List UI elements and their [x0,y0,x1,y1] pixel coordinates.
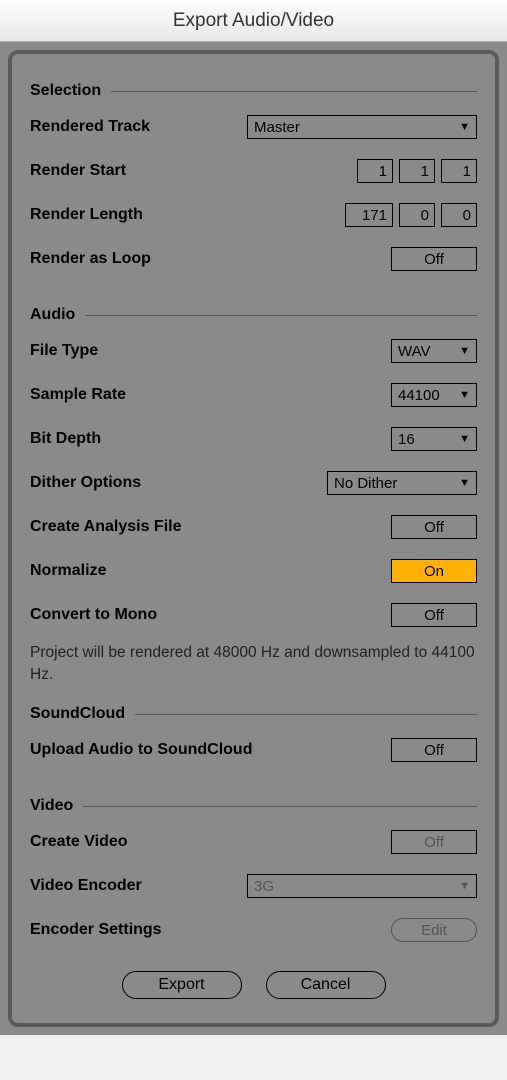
dropdown-rendered-track-value: Master [254,119,453,136]
divider [111,91,477,92]
row-render-length: Render Length 171 0 0 [30,202,477,228]
dropdown-bit-depth[interactable]: 16 ▼ [391,427,477,451]
row-rendered-track: Rendered Track Master ▼ [30,114,477,140]
chevron-down-icon: ▼ [459,880,470,892]
dropdown-rendered-track[interactable]: Master ▼ [247,115,477,139]
render-start-sixteenth[interactable]: 1 [441,159,477,183]
row-analysis-file: Create Analysis File Off [30,514,477,540]
toggle-mono[interactable]: Off [391,603,477,627]
row-bit-depth: Bit Depth 16 ▼ [30,426,477,452]
divider [85,315,477,316]
section-title-selection: Selection [30,82,101,100]
render-start-bar[interactable]: 1 [357,159,393,183]
chevron-down-icon: ▼ [459,389,470,401]
label-encoder-settings: Encoder Settings [30,921,162,939]
render-length-sixteenth[interactable]: 0 [441,203,477,227]
section-title-video: Video [30,797,73,815]
label-bit-depth: Bit Depth [30,430,101,448]
render-length-bar[interactable]: 171 [345,203,393,227]
chevron-down-icon: ▼ [459,433,470,445]
row-encoder-settings: Encoder Settings Edit [30,917,477,943]
label-dither: Dither Options [30,474,141,492]
render-start-beat[interactable]: 1 [399,159,435,183]
row-upload-soundcloud: Upload Audio to SoundCloud Off [30,737,477,763]
row-normalize: Normalize On [30,558,477,584]
label-render-length: Render Length [30,206,143,224]
render-length-beat[interactable]: 0 [399,203,435,227]
label-upload-soundcloud: Upload Audio to SoundCloud [30,741,252,759]
row-render-loop: Render as Loop Off [30,246,477,272]
row-dither: Dither Options No Dither ▼ [30,470,477,496]
chevron-down-icon: ▼ [459,345,470,357]
export-dialog: Export Audio/Video Selection Rendered Tr… [0,0,507,1035]
toggle-analysis-file[interactable]: Off [391,515,477,539]
audio-info-text: Project will be rendered at 48000 Hz and… [30,642,477,685]
label-normalize: Normalize [30,562,106,580]
panel-inner: Selection Rendered Track Master ▼ Render… [8,50,499,1027]
divider [135,714,477,715]
dialog-footer: Export Cancel [30,971,477,999]
dropdown-dither-value: No Dither [334,475,453,492]
panel-outer: Selection Rendered Track Master ▼ Render… [0,42,507,1035]
dropdown-file-type-value: WAV [398,343,453,360]
row-create-video: Create Video Off [30,829,477,855]
render-start-fields: 1 1 1 [357,159,477,183]
label-file-type: File Type [30,342,98,360]
dropdown-bit-depth-value: 16 [398,431,453,448]
label-render-start: Render Start [30,162,126,180]
export-button[interactable]: Export [122,971,242,999]
section-title-audio: Audio [30,306,75,324]
row-video-encoder: Video Encoder 3G ▼ [30,873,477,899]
dropdown-sample-rate-value: 44100 [398,387,453,404]
toggle-render-loop[interactable]: Off [391,247,477,271]
label-sample-rate: Sample Rate [30,386,126,404]
label-mono: Convert to Mono [30,606,157,624]
dropdown-sample-rate[interactable]: 44100 ▼ [391,383,477,407]
toggle-normalize[interactable]: On [391,559,477,583]
cancel-button[interactable]: Cancel [266,971,386,999]
row-render-start: Render Start 1 1 1 [30,158,477,184]
section-header-audio: Audio [30,306,477,324]
dropdown-dither[interactable]: No Dither ▼ [327,471,477,495]
dialog-titlebar: Export Audio/Video [0,0,507,42]
dialog-title: Export Audio/Video [173,10,334,32]
chevron-down-icon: ▼ [459,477,470,489]
toggle-upload-soundcloud[interactable]: Off [391,738,477,762]
section-header-soundcloud: SoundCloud [30,705,477,723]
row-mono: Convert to Mono Off [30,602,477,628]
chevron-down-icon: ▼ [459,121,470,133]
render-length-fields: 171 0 0 [345,203,477,227]
divider [83,806,477,807]
dropdown-video-encoder-value: 3G [254,878,453,895]
section-header-selection: Selection [30,82,477,100]
section-header-video: Video [30,797,477,815]
row-sample-rate: Sample Rate 44100 ▼ [30,382,477,408]
row-file-type: File Type WAV ▼ [30,338,477,364]
dropdown-video-encoder[interactable]: 3G ▼ [247,874,477,898]
toggle-create-video[interactable]: Off [391,830,477,854]
edit-encoder-button[interactable]: Edit [391,918,477,942]
label-render-loop: Render as Loop [30,250,151,268]
label-analysis-file: Create Analysis File [30,518,181,536]
label-rendered-track: Rendered Track [30,118,150,136]
label-video-encoder: Video Encoder [30,877,142,895]
section-title-soundcloud: SoundCloud [30,705,125,723]
dropdown-file-type[interactable]: WAV ▼ [391,339,477,363]
label-create-video: Create Video [30,833,128,851]
